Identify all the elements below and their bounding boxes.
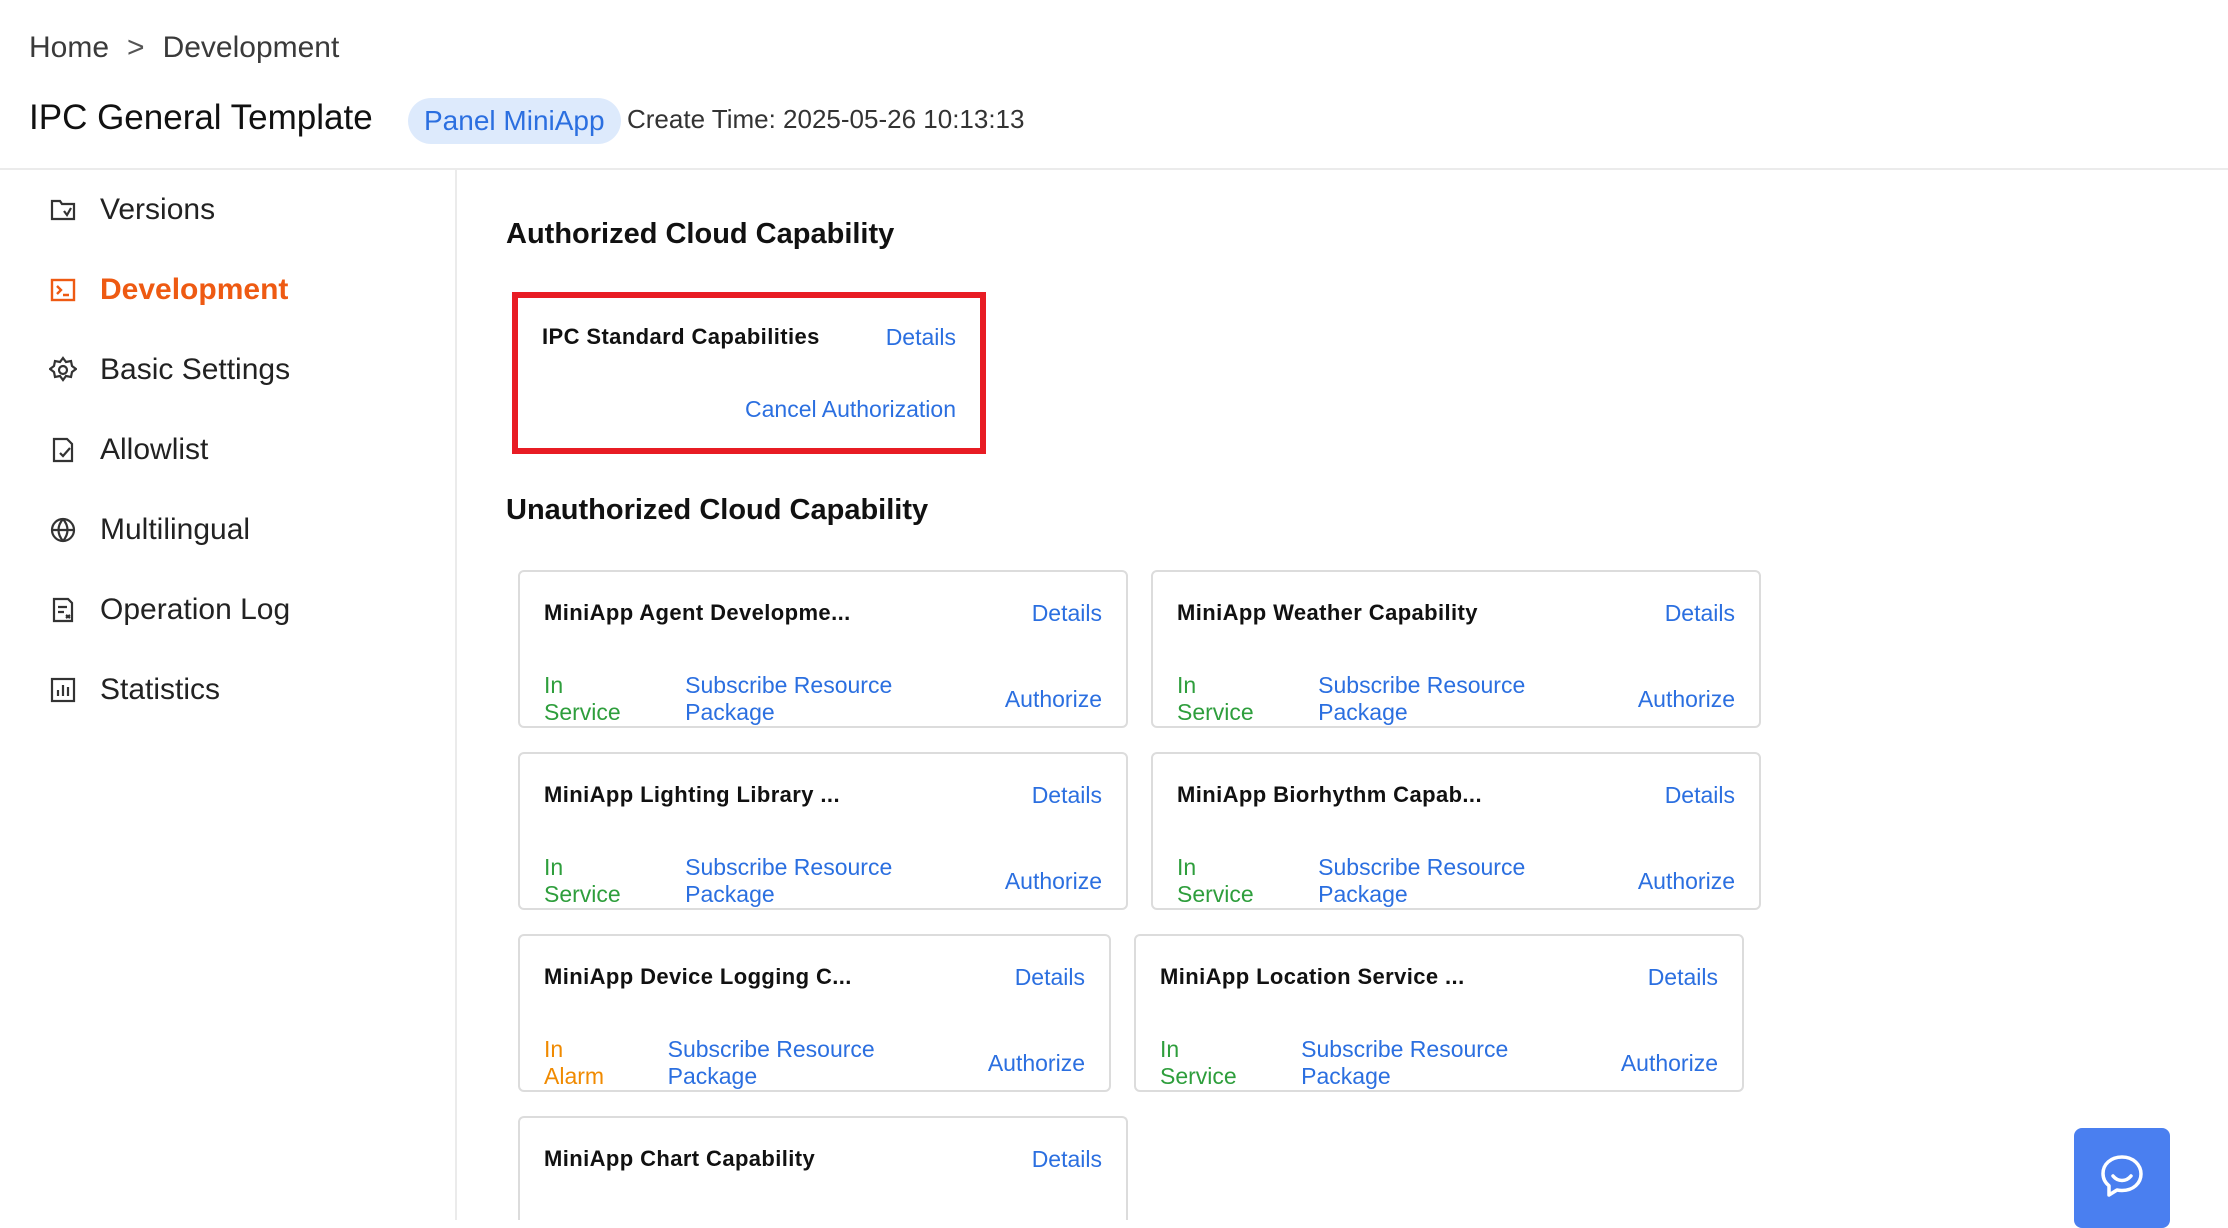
subscribe-resource-package-link[interactable]: Subscribe Resource Package [1318, 854, 1618, 908]
status-badge: In Service [1177, 854, 1254, 907]
capability-name: MiniApp Lighting Library ... [544, 782, 840, 807]
status-badge: In Alarm [544, 1036, 605, 1089]
terminal-icon [48, 275, 78, 305]
chat-button[interactable] [2074, 1128, 2170, 1228]
details-link[interactable]: Details [1032, 600, 1102, 627]
authorized-section-title: Authorized Cloud Capability [506, 218, 895, 250]
breadcrumb-separator: > [127, 31, 145, 64]
panel-miniapp-tag: Panel MiniApp [408, 98, 621, 144]
subscribe-resource-package-link[interactable]: Subscribe Resource Package [685, 854, 985, 908]
subscribe-resource-package-link[interactable]: Subscribe Resource Package [668, 1036, 968, 1090]
chart-icon [48, 675, 78, 705]
versions-icon [48, 195, 78, 225]
breadcrumb-home[interactable]: Home [29, 31, 109, 65]
log-icon [48, 595, 78, 625]
chat-icon [2098, 1153, 2146, 1204]
capability-name: MiniApp Agent Developme... [544, 600, 851, 625]
details-link[interactable]: Details [1015, 964, 1085, 991]
capability-card: MiniApp Agent Developme... Details In Se… [518, 570, 1128, 728]
sidebar-item-statistics[interactable]: Statistics [48, 665, 220, 715]
capability-card: MiniApp Lighting Library ... Details In … [518, 752, 1128, 910]
unauthorized-section-title: Unauthorized Cloud Capability [506, 494, 929, 526]
capability-name: MiniApp Location Service ... [1160, 964, 1465, 989]
gear-icon [48, 355, 78, 385]
authorize-link[interactable]: Authorize [1638, 686, 1735, 713]
capability-card: MiniApp Biorhythm Capab... Details In Se… [1151, 752, 1761, 910]
capability-name: MiniApp Biorhythm Capab... [1177, 782, 1482, 807]
sidebar-item-label: Development [100, 273, 289, 306]
details-link[interactable]: Details [1648, 964, 1718, 991]
authorize-link[interactable]: Authorize [988, 1050, 1085, 1077]
globe-icon [48, 515, 78, 545]
details-link[interactable]: Details [1032, 1146, 1102, 1173]
sidebar-item-multilingual[interactable]: Multilingual [48, 505, 250, 555]
capability-name: MiniApp Chart Capability [544, 1146, 816, 1171]
details-link[interactable]: Details [1032, 782, 1102, 809]
highlight-box [512, 292, 986, 454]
status-badge: In Service [1177, 672, 1254, 725]
sidebar-item-versions[interactable]: Versions [48, 185, 215, 235]
breadcrumb: Home > Development [29, 31, 339, 65]
authorize-link[interactable]: Authorize [1638, 868, 1735, 895]
header-divider [0, 168, 2228, 170]
allowlist-icon [48, 435, 78, 465]
sidebar-item-label: Operation Log [100, 593, 291, 626]
subscribe-resource-package-link[interactable]: Subscribe Resource Package [685, 672, 985, 726]
status-badge: In Service [1160, 1036, 1237, 1089]
capability-card: MiniApp Device Logging C... Details In A… [518, 934, 1111, 1092]
breadcrumb-current: Development [162, 31, 340, 64]
sidebar-item-label: Multilingual [100, 513, 251, 546]
subscribe-resource-package-link[interactable]: Subscribe Resource Package [1318, 672, 1618, 726]
authorize-link[interactable]: Authorize [1005, 868, 1102, 895]
sidebar-item-development[interactable]: Development [48, 265, 288, 315]
sidebar-item-label: Statistics [100, 673, 221, 706]
page-title: IPC General Template [29, 98, 373, 137]
sidebar-divider [455, 170, 457, 1220]
status-badge: In Service [544, 854, 621, 907]
status-badge: In Service [544, 672, 621, 725]
capability-name: MiniApp Weather Capability [1177, 600, 1478, 625]
create-time: Create Time: 2025-05-26 10:13:13 [627, 104, 1025, 134]
capability-name: MiniApp Device Logging C... [544, 964, 852, 989]
details-link[interactable]: Details [1665, 600, 1735, 627]
sidebar-item-label: Basic Settings [100, 353, 291, 386]
capability-card: MiniApp Chart Capability Details [518, 1116, 1128, 1220]
capability-card: MiniApp Location Service ... Details In … [1134, 934, 1744, 1092]
authorize-link[interactable]: Authorize [1005, 686, 1102, 713]
sidebar-item-allowlist[interactable]: Allowlist [48, 425, 208, 475]
sidebar-item-label: Allowlist [100, 433, 209, 466]
authorize-link[interactable]: Authorize [1621, 1050, 1718, 1077]
sidebar-item-basic-settings[interactable]: Basic Settings [48, 345, 290, 395]
subscribe-resource-package-link[interactable]: Subscribe Resource Package [1301, 1036, 1601, 1090]
sidebar-item-operation-log[interactable]: Operation Log [48, 585, 290, 635]
capability-card: MiniApp Weather Capability Details In Se… [1151, 570, 1761, 728]
sidebar-item-label: Versions [100, 193, 216, 226]
details-link[interactable]: Details [1665, 782, 1735, 809]
